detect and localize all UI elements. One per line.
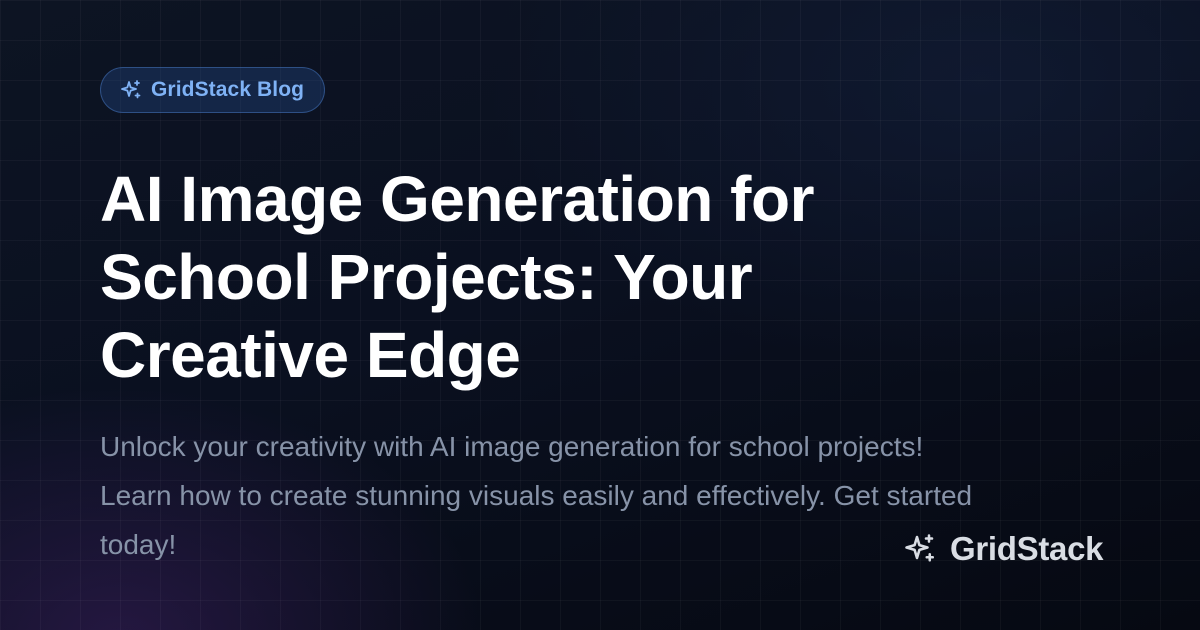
article-title: AI Image Generation for School Projects:…: [100, 163, 814, 391]
sparkles-icon: [905, 534, 935, 562]
article-description: Unlock your creativity with AI image gen…: [100, 431, 973, 560]
brand-logo: GridStack: [902, 527, 1104, 571]
badge-label: GridStack Blog: [151, 78, 305, 101]
sparkles-icon: [121, 80, 141, 99]
blog-badge: GridStack Blog: [100, 67, 326, 113]
brand-name: GridStack: [950, 530, 1104, 567]
og-card: GridStack Blog AI Image Generation for S…: [0, 0, 1200, 630]
